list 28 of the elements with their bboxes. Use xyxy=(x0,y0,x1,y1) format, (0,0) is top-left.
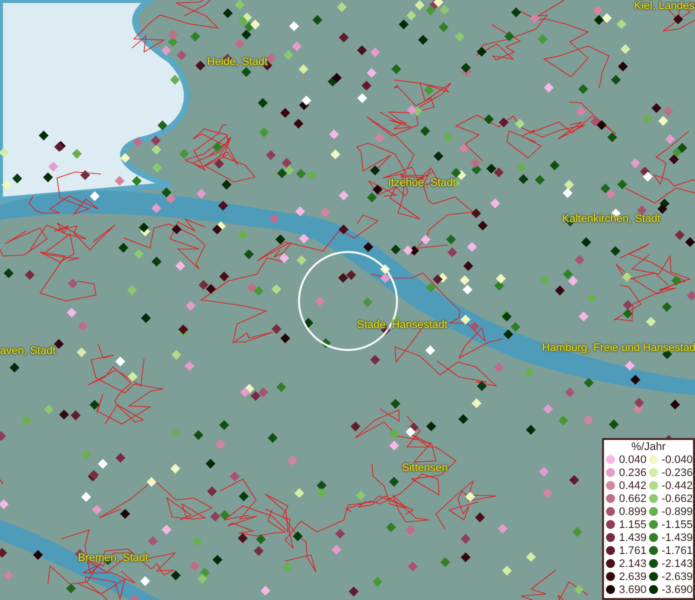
legend-value: 1.761 xyxy=(619,544,647,556)
legend-value: -1.761 xyxy=(662,544,693,556)
legend-value: 0.662 xyxy=(619,492,647,504)
place-label: Sittensen xyxy=(402,462,448,475)
legend-value: -0.040 xyxy=(662,454,693,466)
legend-value: -3.690 xyxy=(662,584,693,596)
place-label: aven, Stadt xyxy=(0,345,56,358)
legend-value: 1.155 xyxy=(619,518,647,530)
legend-value: 2.639 xyxy=(619,570,647,582)
place-label: Hamburg, Freie und Hansestad xyxy=(542,342,695,355)
place-label: Heide, Stadt xyxy=(207,56,268,69)
legend-value: 1.439 xyxy=(619,532,647,544)
legend-value: -0.899 xyxy=(662,506,693,518)
legend-value: -0.236 xyxy=(662,466,693,478)
legend-value: 2.143 xyxy=(619,558,647,570)
legend-value: -2.143 xyxy=(662,558,693,570)
legend-value: -1.155 xyxy=(662,518,693,530)
legend-value: -0.442 xyxy=(662,480,693,492)
map-drawing[interactable] xyxy=(0,0,695,600)
legend-value: 0.236 xyxy=(619,466,647,478)
legend-value: -0.662 xyxy=(662,492,693,504)
legend-value: 3.690 xyxy=(619,584,647,596)
legend-value: 0.040 xyxy=(619,454,647,466)
legend-value: -1.439 xyxy=(662,532,693,544)
legend-value: 0.442 xyxy=(619,480,647,492)
legend-value: -2.639 xyxy=(662,570,693,582)
legend-title: %/Jahr xyxy=(630,441,667,453)
legend-value: 0.899 xyxy=(619,506,647,518)
